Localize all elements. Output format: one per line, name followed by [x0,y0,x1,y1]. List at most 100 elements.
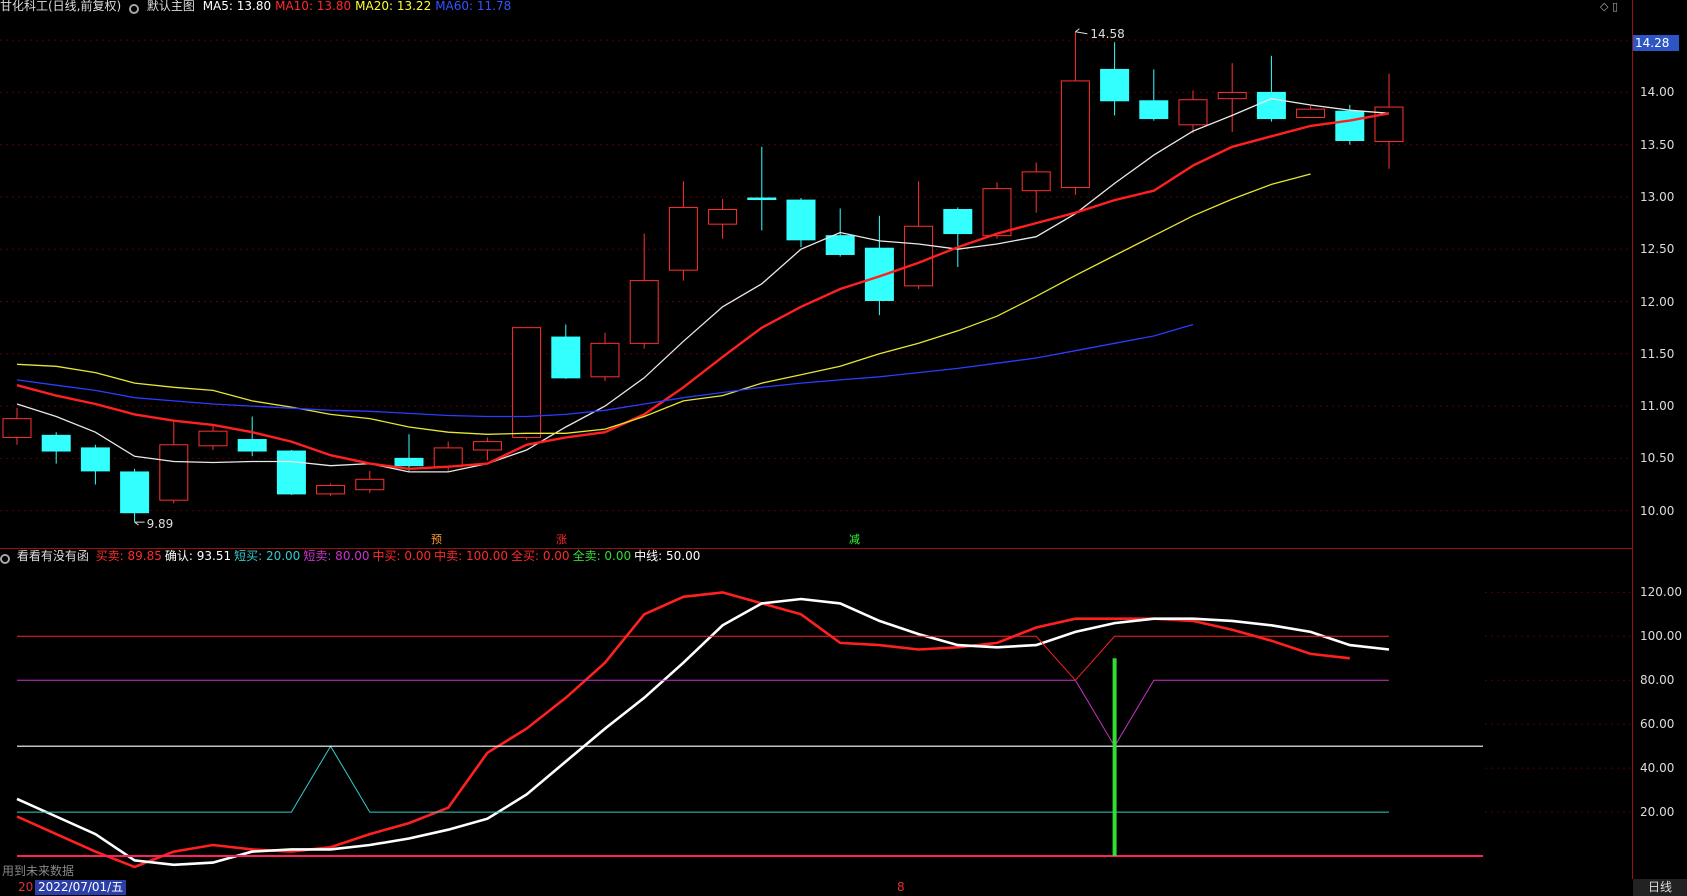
current-price-badge: 14.28 [1632,35,1679,51]
candle[interactable] [237,416,267,457]
candle[interactable] [159,421,189,504]
price-tick: 13.00 [1640,189,1675,204]
indicator-tick: 80.00 [1640,673,1675,688]
candle[interactable] [1256,55,1286,122]
candle[interactable] [1139,69,1169,121]
sell-signal-bar [1112,658,1117,857]
stock-title[interactable]: 甘化科工(日线,前复权) [0,0,121,13]
timeframe-button[interactable]: 日线 [1633,879,1687,896]
indicator-field-0: 买卖: 89.85 [95,549,162,563]
candle-body [982,188,1012,237]
candle-body [904,225,934,287]
candle-body [943,209,973,235]
signal-marker-2: 减 [849,533,860,546]
axis-divider [1632,0,1633,879]
main-chart-header: 甘化科工(日线,前复权) ● 默认主图 MA5: 13.80 MA10: 13.8… [0,0,1620,14]
signal-marker-0: 预 [431,533,442,546]
candle-body [41,434,71,452]
chart-settings-icon[interactable]: ● [129,4,140,14]
indicator-legend: 买卖: 89.85 确认: 93.51 短买: 20.00 短卖: 80.00 中买: … [96,549,704,563]
main-chart-name[interactable]: 默认主图 [147,0,195,13]
candle-body [668,206,698,271]
panel-divider [0,548,1632,549]
candle[interactable] [590,332,620,381]
candle[interactable] [41,432,71,464]
ma-line-ma10 [16,112,1390,471]
candle-body [1178,99,1208,126]
indicator-tick: 60.00 [1640,717,1675,732]
indicator-line-short-buy [17,745,1389,813]
price-tick: 14.00 [1640,85,1675,100]
indicator-name[interactable]: 看看有没有函 [17,549,89,563]
candle[interactable] [629,233,659,349]
indicator-tick: 120.00 [1640,585,1682,600]
candle-body [1100,68,1130,102]
price-tick: 10.50 [1640,451,1675,466]
candle[interactable] [904,181,934,289]
indicator-line-buy-sell [16,591,1350,869]
low-arrow-icon [134,521,145,526]
indicator-header: ● 看看有没有函 买卖: 89.85 确认: 93.51 短买: 20.00 短卖: … [0,549,1620,565]
candle-body [1217,91,1247,100]
candle[interactable] [864,215,894,316]
indicator-field-2: 短买: 20.00 [234,549,301,563]
candle[interactable] [355,470,385,493]
indicator-tick: 40.00 [1640,761,1675,776]
candle-body [1060,80,1090,189]
ma-legend: MA5: 13.80 MA10: 13.80 MA20: 13.22 MA60: 11… [203,0,516,13]
window-control-icons[interactable]: ◇ ▯ [1600,0,1618,13]
cursor-date: 2022/07/01/五 [35,880,127,895]
ma-label-0: MA5: 13.80 [202,0,272,13]
candle[interactable] [316,483,346,496]
candle[interactable] [786,198,816,248]
candle[interactable] [472,437,502,461]
candle-body [825,235,855,255]
low-price-label: 9.89 [147,517,174,531]
candle[interactable] [120,468,150,523]
candle-body [2,418,32,438]
candle-body [394,457,424,467]
price-tick: 12.50 [1640,242,1675,257]
candle[interactable] [943,207,973,268]
candle[interactable] [1217,63,1247,133]
candle[interactable] [708,199,738,239]
indicator-tick: 100.00 [1640,629,1682,644]
signal-marker-1: 涨 [556,533,567,546]
candle-body [512,327,542,438]
indicator-field-4: 中买: 0.00 [372,549,432,563]
ma-line-ma5 [16,98,1390,473]
candle-body [1335,110,1365,142]
candle[interactable] [668,181,698,281]
candle[interactable] [2,408,32,445]
candle-body [276,450,306,495]
ma-label-2: MA20: 13.22 [355,0,432,13]
candle[interactable] [1374,73,1404,169]
candle[interactable] [551,324,581,379]
indicator-chart[interactable] [0,566,1632,878]
candle[interactable] [747,146,777,231]
price-tick: 11.00 [1640,399,1675,414]
price-chart[interactable]: 14.58 9.89 [0,14,1632,542]
candle[interactable] [1296,106,1326,119]
indicator-field-3: 短卖: 80.00 [303,549,370,563]
candle[interactable] [394,434,424,471]
candle-body [472,441,502,451]
candle[interactable] [512,327,542,440]
candle-body [237,439,267,452]
candle-body [1256,91,1286,120]
indicator-line-confirm [16,597,1390,867]
indicator-settings-icon[interactable]: ● [0,554,10,564]
ma-label-3: MA60: 11.78 [435,0,512,13]
candle[interactable] [1021,162,1051,213]
ma-line-ma20 [16,173,1311,435]
candle[interactable] [1060,31,1090,195]
candle-body [198,430,228,447]
candle-body [864,247,894,301]
date-prefix: 20 [18,880,34,894]
candle[interactable] [276,449,306,495]
indicator-line-short-sell [17,679,1389,748]
price-tick: 10.00 [1640,503,1675,518]
candle[interactable] [80,444,110,485]
candle[interactable] [1100,42,1130,116]
candle-body [433,447,463,468]
